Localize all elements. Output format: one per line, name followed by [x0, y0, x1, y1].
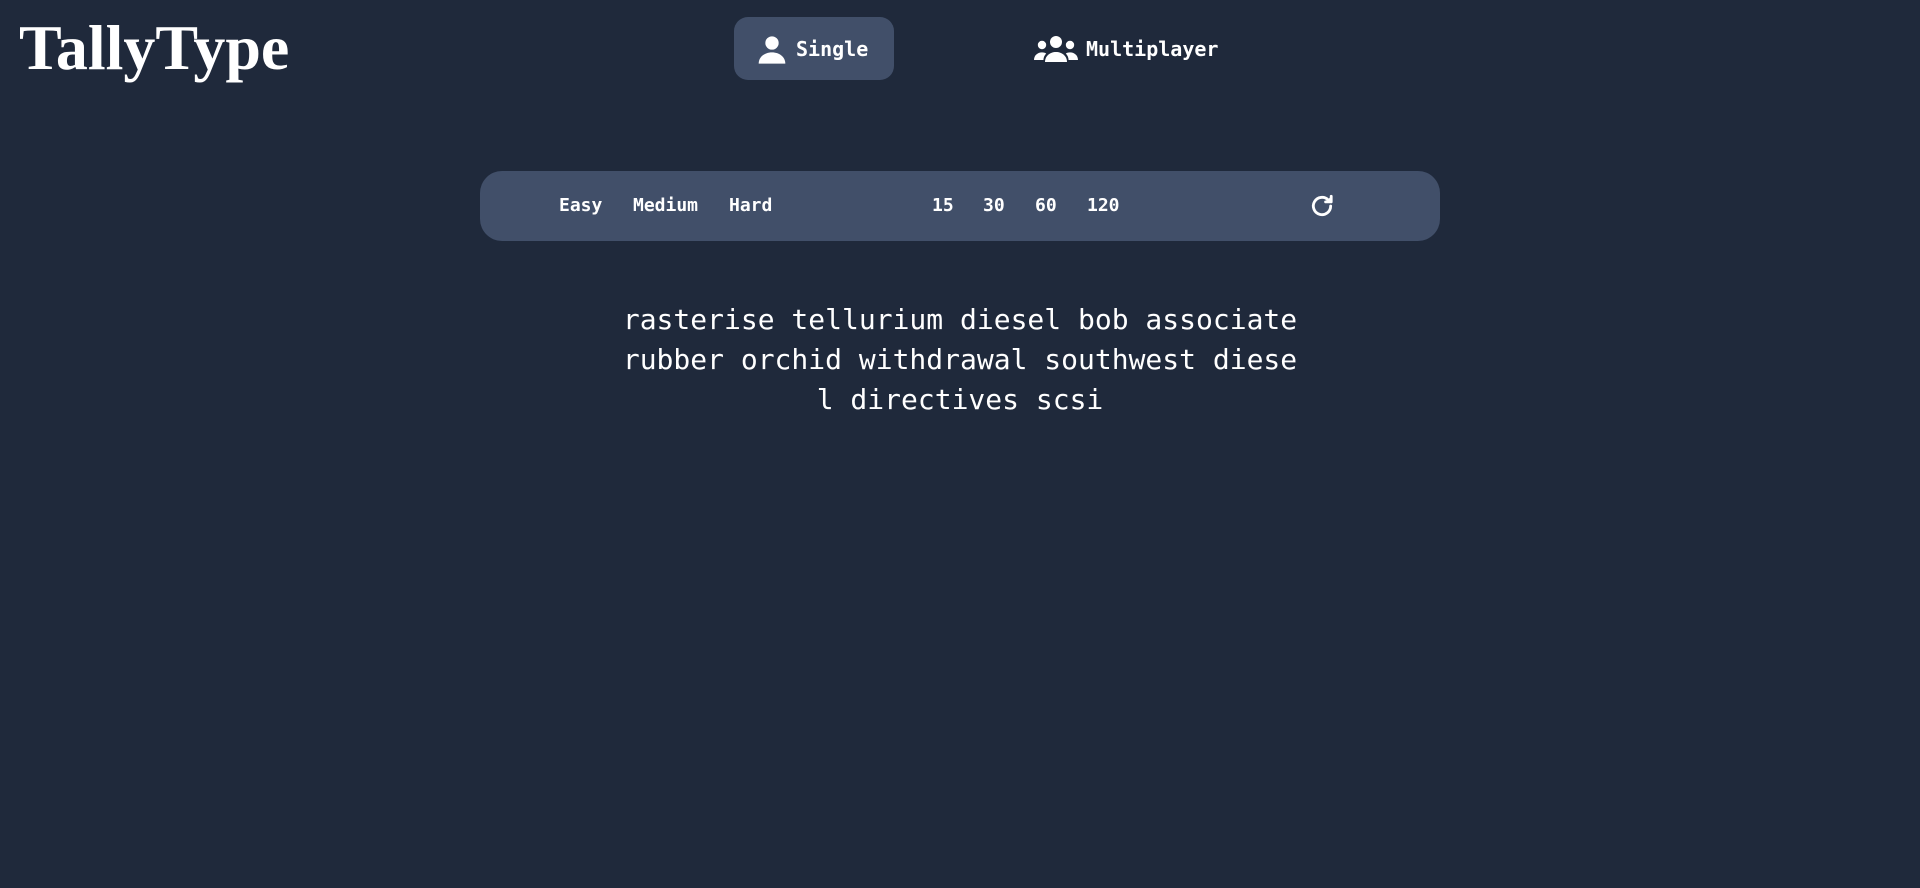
single-mode-button[interactable]: Single [734, 17, 894, 80]
multiplayer-mode-button[interactable]: Multiplayer [1030, 17, 1230, 80]
duration-30[interactable]: 30 [983, 171, 1005, 241]
user-icon [756, 33, 788, 65]
word-line: rasterise tellurium diesel bob associate [622, 303, 1298, 336]
typing-words[interactable]: rasterise tellurium diesel bob associate… [560, 300, 1360, 420]
single-mode-label: Single [796, 36, 869, 61]
difficulty-hard[interactable]: Hard [729, 171, 772, 241]
multiplayer-mode-label: Multiplayer [1086, 36, 1219, 61]
difficulty-medium[interactable]: Medium [633, 171, 698, 241]
users-icon [1034, 34, 1078, 64]
duration-120[interactable]: 120 [1087, 171, 1120, 241]
difficulty-easy[interactable]: Easy [559, 171, 602, 241]
duration-15[interactable]: 15 [932, 171, 954, 241]
test-settings-toolbar: Easy Medium Hard 15 30 60 120 [480, 171, 1440, 241]
word-line: rubber orchid withdrawal southwest diese [622, 343, 1298, 376]
duration-60[interactable]: 60 [1035, 171, 1057, 241]
refresh-icon[interactable] [1309, 193, 1335, 219]
app-logo: TallyType [19, 12, 290, 83]
word-line: l directives scsi [816, 383, 1104, 416]
